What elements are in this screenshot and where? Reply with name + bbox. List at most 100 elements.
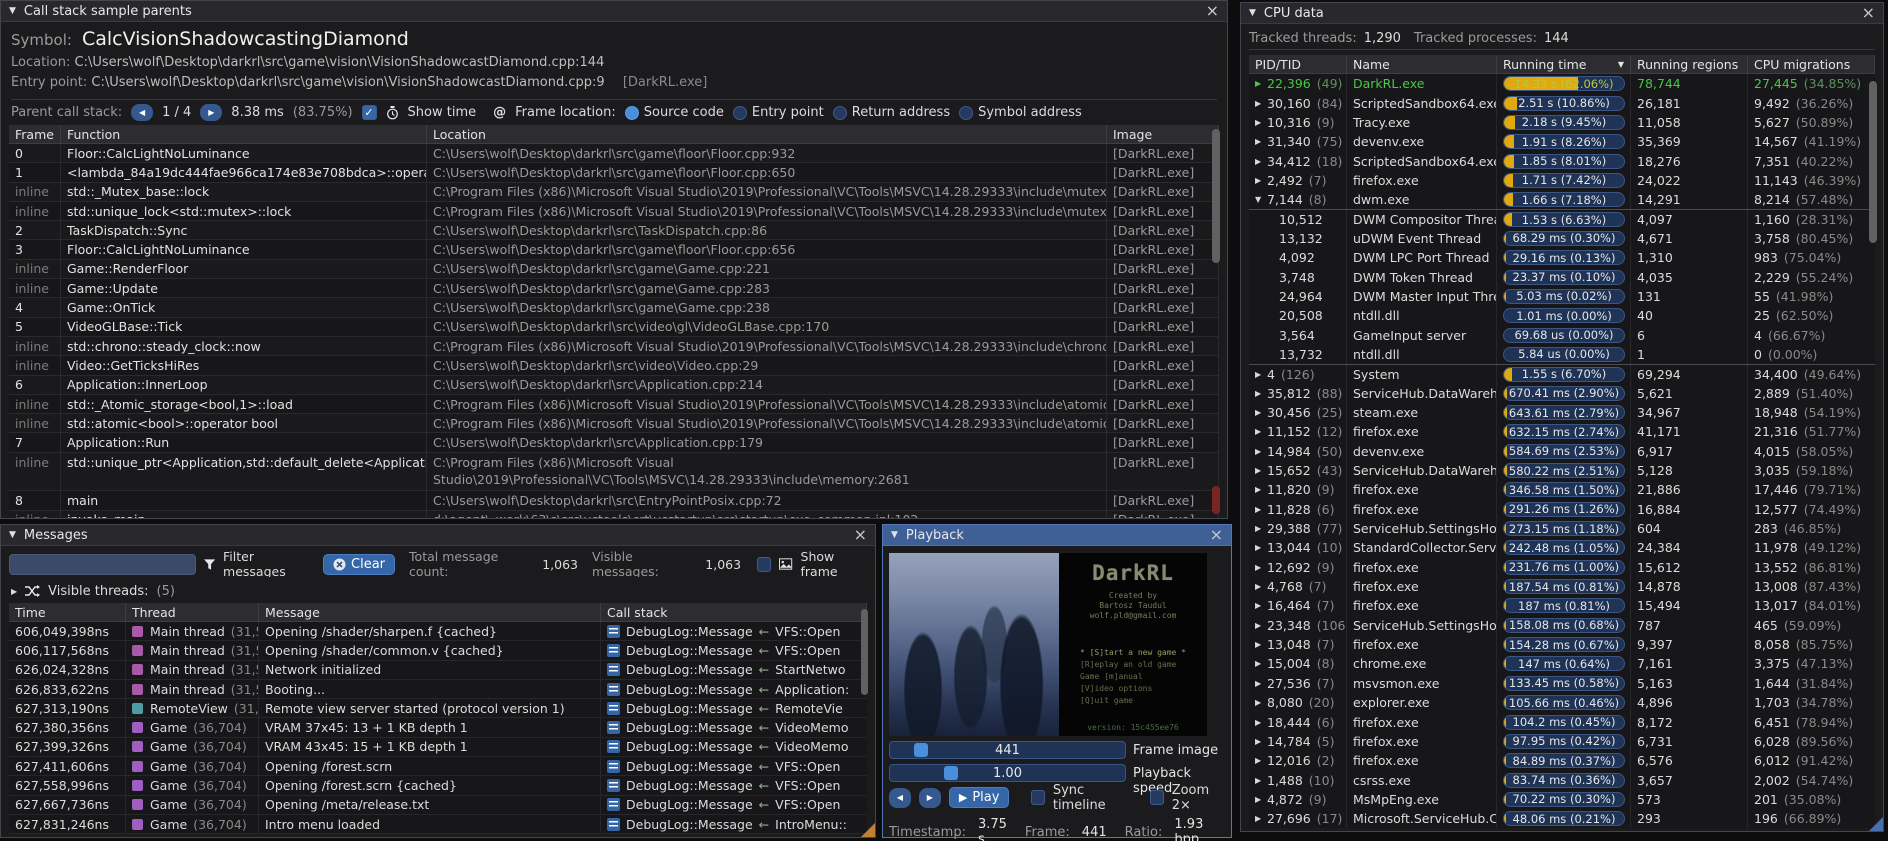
message-row[interactable]: 627,380,356nsGame(36,704)VRAM 37x45: 13 … <box>9 718 867 737</box>
collapse-icon[interactable]: ▼ <box>1249 8 1256 18</box>
cpu-process-row[interactable]: ▶4,768(7)firefox.exe187.54 ms (0.81%)14,… <box>1249 577 1875 596</box>
radio-icon[interactable] <box>625 106 639 120</box>
cpu-process-row[interactable]: ▶22,396(49)DarkRL.exe14.33 s (62.06%)78,… <box>1249 74 1875 93</box>
expand-icon[interactable]: ▶ <box>1255 466 1267 475</box>
cpu-process-row[interactable]: ▶12,692(9)firefox.exe231.76 ms (1.00%)15… <box>1249 558 1875 577</box>
expand-icon[interactable]: ▶ <box>1255 718 1267 727</box>
cpu-thread-row[interactable]: 3,564GameInput server69.68 us (0.00%)64(… <box>1249 325 1875 344</box>
message-callstack[interactable]: DebugLog::Message←VFS::Open <box>601 622 867 640</box>
callstack-frame-row[interactable]: 7Application::RunC:\Users\wolf\Desktop\d… <box>9 433 1219 452</box>
speed-slider[interactable]: 1.00 <box>889 764 1126 782</box>
message-row[interactable]: 627,558,996nsGame(36,704)Opening /forest… <box>9 776 867 795</box>
callstack-frame-row[interactable]: 1<lambda_84a19dc444fae966ca174e83e708bdc… <box>9 163 1219 182</box>
col-function[interactable]: Function <box>61 125 427 143</box>
collapse-icon[interactable]: ▼ <box>891 530 898 540</box>
callstack-frame-row[interactable]: 3Floor::CalcLightNoLuminanceC:\Users\wol… <box>9 240 1219 259</box>
expand-icon[interactable]: ▶ <box>1255 485 1267 494</box>
callstack-frame-row[interactable]: inlineGame::UpdateC:\Users\wolf\Desktop\… <box>9 279 1219 298</box>
cpu-process-row[interactable]: ▶18,444(6)firefox.exe104.2 ms (0.45%)8,1… <box>1249 712 1875 731</box>
col-time[interactable]: Time <box>9 603 126 621</box>
callstack-frame-row[interactable]: inlineinvoke_maind:\agent\_work\63\s\src… <box>9 511 1219 518</box>
callstack-frame-row[interactable]: inlineVideo::GetTicksHiResC:\Users\wolf\… <box>9 356 1219 375</box>
expand-icon[interactable]: ▶ <box>1255 176 1267 185</box>
messages-scrollbar-thumb[interactable] <box>861 609 868 695</box>
cpu-thread-row[interactable]: 13,132uDWM Event Thread68.29 ms (0.30%)4… <box>1249 229 1875 248</box>
cpu-process-row[interactable]: ▶29,388(77)ServiceHub.SettingsHost273.15… <box>1249 519 1875 538</box>
expand-icon[interactable]: ▶ <box>1255 756 1267 765</box>
cpu-process-row[interactable]: ▶1,488(10)csrss.exe83.74 ms (0.36%)3,657… <box>1249 770 1875 789</box>
message-callstack[interactable]: DebugLog::Message←VFS::Open <box>601 641 867 659</box>
expand-icon[interactable]: ▶ <box>1255 640 1267 649</box>
expand-icon[interactable]: ▶ <box>1255 814 1267 823</box>
callstack-frame-row[interactable]: 5VideoGLBase::TickC:\Users\wolf\Desktop\… <box>9 318 1219 337</box>
cpu-process-row[interactable]: ▶30,456(25)steam.exe643.61 ms (2.79%)34,… <box>1249 403 1875 422</box>
cpu-process-row[interactable]: ▶31,340(75)devenv.exe1.91 s (8.26%)35,36… <box>1249 132 1875 151</box>
step-back-button[interactable]: ◀ <box>889 788 911 808</box>
message-callstack[interactable]: DebugLog::Message←VideoMemo <box>601 738 867 756</box>
message-callstack[interactable]: DebugLog::Message←StartNetwo <box>601 661 867 679</box>
col-running-time[interactable]: Running time▼ <box>1497 55 1631 73</box>
cpu-titlebar[interactable]: ▼ CPU data × <box>1241 3 1883 24</box>
cpu-process-row[interactable]: ▼7,144(8)dwm.exe1.66 s (7.18%)14,2918,21… <box>1249 190 1875 209</box>
col-thread[interactable]: Thread <box>126 603 259 621</box>
cpu-thread-row[interactable]: 3,748DWM Token Thread23.37 ms (0.10%)4,0… <box>1249 267 1875 286</box>
message-row[interactable]: 627,313,190nsRemoteView(31,392)Remote vi… <box>9 699 867 718</box>
message-callstack[interactable]: DebugLog::Message←VideoMemo <box>601 718 867 736</box>
frame-slider[interactable]: 441 <box>889 741 1126 759</box>
expand-icon[interactable]: ▶ <box>1255 563 1267 572</box>
cpu-thread-row[interactable]: 4,092DWM LPC Port Thread29.16 ms (0.13%)… <box>1249 248 1875 267</box>
radio-icon[interactable] <box>959 106 973 120</box>
cpu-thread-row[interactable]: 13,732ntdll.dll5.84 us (0.00%)10(0.00%) <box>1249 345 1875 364</box>
callstack-frame-row[interactable]: 8mainC:\Users\wolf\Desktop\darkrl\src\En… <box>9 491 1219 510</box>
callstack-titlebar[interactable]: ▼ Call stack sample parents × <box>1 1 1227 22</box>
expand-icon[interactable]: ▶ <box>1255 447 1267 456</box>
cpu-process-row[interactable]: ▶15,652(43)ServiceHub.DataWarehou580.22 … <box>1249 461 1875 480</box>
cpu-thread-row[interactable]: 10,512DWM Compositor Thread1.53 s (6.63%… <box>1249 209 1875 228</box>
callstack-frame-row[interactable]: inlinestd::_Mutex_base::lockC:\Program F… <box>9 183 1219 202</box>
callstack-frame-row[interactable]: 2TaskDispatch::SyncC:\Users\wolf\Desktop… <box>9 221 1219 240</box>
collapse-icon[interactable]: ▼ <box>9 6 16 16</box>
clear-button[interactable]: Clear <box>323 554 395 575</box>
col-frame[interactable]: Frame <box>9 125 61 143</box>
callstack-frame-row[interactable]: 4Game::OnTickC:\Users\wolf\Desktop\darkr… <box>9 298 1219 317</box>
message-row[interactable]: 627,411,606nsGame(36,704)Opening /forest… <box>9 757 867 776</box>
cpu-thread-row[interactable]: 24,964DWM Master Input Thread5.03 ms (0.… <box>1249 287 1875 306</box>
play-button[interactable]: ▶Play <box>949 787 1010 808</box>
callstack-frame-row[interactable]: inlinestd::unique_ptr<Application,std::d… <box>9 453 1219 492</box>
radio-icon[interactable] <box>733 106 747 120</box>
expand-icon[interactable]: ▶ <box>1255 601 1267 610</box>
col-running-regions[interactable]: Running regions <box>1631 55 1748 73</box>
cpu-process-row[interactable]: ▶8,080(20)explorer.exe105.66 ms (0.46%)4… <box>1249 693 1875 712</box>
expand-icon[interactable]: ▶ <box>1255 737 1267 746</box>
close-icon[interactable]: × <box>1862 6 1875 20</box>
cpu-process-row[interactable]: ▶13,044(10)StandardCollector.Servic242.4… <box>1249 538 1875 557</box>
cpu-process-row[interactable]: ▶4(126)System1.55 s (6.70%)69,29434,400(… <box>1249 364 1875 383</box>
message-row[interactable]: 627,667,736nsGame(36,704)Opening /meta/r… <box>9 796 867 815</box>
cpu-process-row[interactable]: ▶16,464(7)firefox.exe187 ms (0.81%)15,49… <box>1249 596 1875 615</box>
message-callstack[interactable]: DebugLog::Message←RemoteVie <box>601 699 867 717</box>
expand-icon[interactable]: ▶ <box>1255 776 1267 785</box>
sync-timeline-checkbox[interactable] <box>1031 790 1044 805</box>
expand-icon[interactable]: ▶ <box>1255 582 1267 591</box>
filter-input[interactable] <box>9 554 196 575</box>
callstack-frame-row[interactable]: 0Floor::CalcLightNoLuminanceC:\Users\wol… <box>9 144 1219 163</box>
cpu-process-row[interactable]: ▶30,160(84)ScriptedSandbox64.exe2.51 s (… <box>1249 93 1875 112</box>
callstack-frame-row[interactable]: inlinestd::_Atomic_storage<bool,1>::load… <box>9 395 1219 414</box>
col-location[interactable]: Location <box>427 125 1107 143</box>
cpu-process-row[interactable]: ▶27,696(17)Microsoft.ServiceHub.Co48.06 … <box>1249 809 1875 828</box>
col-message[interactable]: Message <box>259 603 601 621</box>
cpu-process-row[interactable]: ▶14,984(50)devenv.exe584.69 ms (2.53%)6,… <box>1249 442 1875 461</box>
step-forward-button[interactable]: ▶ <box>919 788 941 808</box>
cpu-process-row[interactable]: ▶35,812(88)ServiceHub.DataWarehou670.41 … <box>1249 384 1875 403</box>
collapse-icon[interactable]: ▼ <box>9 530 16 540</box>
callstack-frame-row[interactable]: 6Application::InnerLoopC:\Users\wolf\Des… <box>9 376 1219 395</box>
expand-icon[interactable]: ▶ <box>1255 118 1267 127</box>
expand-icon[interactable]: ▶ <box>1255 543 1267 552</box>
expand-icon[interactable]: ▶ <box>1255 679 1267 688</box>
cpu-process-row[interactable]: ▶23,348(106)ServiceHub.SettingsHost158.0… <box>1249 616 1875 635</box>
playback-titlebar[interactable]: ▼ Playback × <box>883 525 1231 546</box>
col-name[interactable]: Name <box>1347 55 1497 73</box>
radio-icon[interactable] <box>833 106 847 120</box>
cpu-process-row[interactable]: ▶11,828(6)firefox.exe291.26 ms (1.26%)16… <box>1249 500 1875 519</box>
expand-icon[interactable]: ▶ <box>1255 408 1267 417</box>
